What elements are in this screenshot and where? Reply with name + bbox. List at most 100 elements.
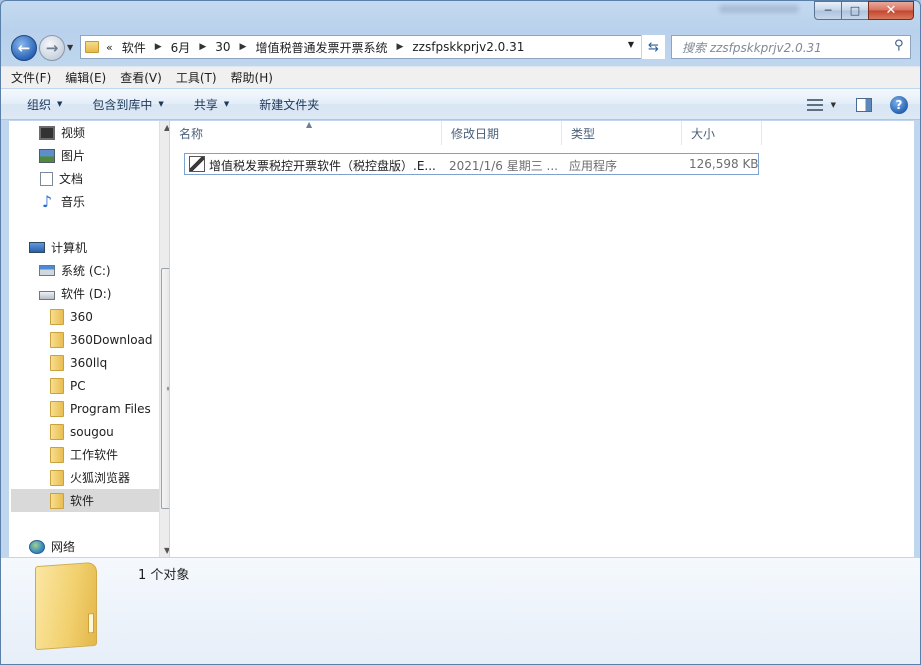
nav-item-drive-d[interactable]: 软件 (D:) <box>39 282 169 305</box>
nav-item-music[interactable]: ♪ 音乐 <box>39 190 169 213</box>
folder-icon <box>50 469 64 486</box>
address-history-dropdown-icon[interactable]: ▼ <box>628 40 634 49</box>
command-bar: 组织 ▼ 包含到库中 ▼ 共享 ▼ 新建文件夹 ▼ ? <box>1 89 920 120</box>
breadcrumb-separator-icon[interactable]: ▶ <box>240 42 247 52</box>
menu-file[interactable]: 文件(F) <box>11 69 51 86</box>
nav-item-folder[interactable]: PC <box>50 374 169 397</box>
folder-icon <box>50 331 64 348</box>
recent-pages-dropdown-icon[interactable]: ▼ <box>67 43 73 52</box>
forward-button[interactable]: → <box>39 35 65 61</box>
column-header-label: 大小 <box>691 126 716 141</box>
nav-item-label: 工作软件 <box>70 448 119 462</box>
computer-icon <box>29 242 45 253</box>
nav-item-label: 计算机 <box>51 241 88 255</box>
picture-library-icon <box>39 148 55 163</box>
nav-item-folder[interactable]: 工作软件 <box>50 443 169 466</box>
column-header-label: 修改日期 <box>451 126 500 141</box>
preview-pane-icon[interactable] <box>856 97 872 112</box>
scroll-down-icon[interactable]: ▼ <box>164 546 169 555</box>
nav-item-documents[interactable]: 文档 <box>40 167 169 190</box>
nav-item-folder[interactable]: 360 <box>50 305 169 328</box>
breadcrumb-item[interactable]: zzsfpskkprjv2.0.31 <box>412 40 524 54</box>
folder-icon <box>85 41 99 53</box>
nav-item-drive-c[interactable]: 系统 (C:) <box>39 259 169 282</box>
menu-view[interactable]: 查看(V) <box>120 69 162 86</box>
chevron-down-icon[interactable]: ▼ <box>831 101 836 109</box>
details-pane: 1 个对象 <box>1 557 920 664</box>
organize-label: 组织 <box>27 97 52 112</box>
search-input[interactable]: 搜索 zzsfpskkprjv2.0.31 <box>671 35 911 59</box>
new-folder-button[interactable]: 新建文件夹 <box>259 96 319 113</box>
nav-item-label: sougou <box>70 424 114 439</box>
drive-icon <box>39 290 55 300</box>
breadcrumb-separator-icon[interactable]: ▶ <box>396 42 403 52</box>
nav-item-folder[interactable]: 火狐浏览器 <box>50 466 169 489</box>
column-header-type[interactable]: 类型 <box>562 121 682 145</box>
nav-item-folder[interactable]: sougou <box>50 420 169 443</box>
nav-item-label: 视频 <box>61 126 86 140</box>
nav-item-label: 火狐浏览器 <box>70 471 131 485</box>
view-options-icon[interactable] <box>806 98 823 111</box>
nav-item-folder-selected[interactable]: 软件 <box>11 489 159 512</box>
scroll-up-icon[interactable]: ▲ <box>164 123 169 132</box>
breadcrumb-item[interactable]: 30 <box>215 40 230 54</box>
column-header-modified[interactable]: 修改日期 <box>442 121 562 145</box>
organize-button[interactable]: 组织 ▼ <box>27 96 62 113</box>
menu-help[interactable]: 帮助(H) <box>231 69 273 86</box>
nav-item-label: 软件 (D:) <box>61 287 112 301</box>
chevron-down-icon: ▼ <box>158 100 164 108</box>
menu-tools[interactable]: 工具(T) <box>176 69 217 86</box>
file-name: 增值税发票税控开票软件（税控盘版）.E... <box>209 159 436 173</box>
refresh-icon[interactable]: ⇆ <box>641 35 665 59</box>
nav-item-folder[interactable]: 360Download <box>50 328 169 351</box>
breadcrumb-separator-icon[interactable]: ▶ <box>199 42 206 52</box>
menu-edit[interactable]: 编辑(E) <box>65 69 106 86</box>
column-header-label: 类型 <box>571 126 596 141</box>
table-row[interactable]: 增值税发票税控开票软件（税控盘版）.E... 2021/1/6 星期三 ... … <box>184 153 759 175</box>
navigation-pane: 视频 图片 文档 ♪ 音乐 计算机 系统 (C:) 软件 (D:) 360 36… <box>9 121 169 557</box>
nav-item-label: Program Files <box>70 401 151 416</box>
column-header-size[interactable]: 大小 <box>682 121 762 145</box>
nav-item-folder[interactable]: Program Files <box>50 397 169 420</box>
navigation-row: ← → ▼ « 软件 ▶ 6月 ▶ 30 ▶ 增值税普通发票开票系统 ▶ zzs… <box>1 31 920 63</box>
share-button[interactable]: 共享 ▼ <box>194 96 229 113</box>
nav-item-label: 360Download <box>70 332 153 347</box>
nav-item-label: 音乐 <box>61 195 86 209</box>
breadcrumb-item[interactable]: 6月 <box>171 39 191 56</box>
nav-item-folder[interactable]: 360llq <box>50 351 169 374</box>
music-note-icon: ♪ <box>41 191 53 211</box>
help-icon[interactable]: ? <box>890 95 908 114</box>
breadcrumb-item[interactable]: 软件 <box>122 39 146 56</box>
folder-icon <box>50 492 64 509</box>
breadcrumb-separator-icon[interactable]: ▶ <box>155 42 162 52</box>
nav-item-pictures[interactable]: 图片 <box>39 144 169 167</box>
folder-icon <box>50 423 64 440</box>
nav-item-network[interactable]: 网络 <box>29 535 169 557</box>
scrollbar-thumb[interactable]: ≡ <box>161 268 169 509</box>
include-in-library-button[interactable]: 包含到库中 ▼ <box>92 96 163 113</box>
nav-item-label: 系统 (C:) <box>61 264 111 278</box>
minimize-button[interactable]: ─ <box>814 1 841 20</box>
navigation-scrollbar[interactable]: ▲ ≡ ▼ <box>159 121 169 557</box>
nav-item-computer[interactable]: 计算机 <box>29 236 169 259</box>
address-bar[interactable]: « 软件 ▶ 6月 ▶ 30 ▶ 增值税普通发票开票系统 ▶ zzsfpskkp… <box>80 35 665 59</box>
nav-item-videos[interactable]: 视频 <box>39 121 169 144</box>
file-modified: 2021/1/6 星期三 ... <box>449 159 558 173</box>
nav-item-label: 360llq <box>70 355 108 370</box>
search-icon[interactable]: ⚲ <box>894 38 916 53</box>
include-in-library-label: 包含到库中 <box>92 97 153 112</box>
chevron-down-icon: ▼ <box>57 100 63 108</box>
back-button[interactable]: ← <box>11 35 37 61</box>
system-drive-icon <box>39 265 55 276</box>
share-label: 共享 <box>193 97 218 112</box>
nav-item-label: 软件 <box>70 494 95 508</box>
folder-icon <box>50 308 64 325</box>
close-button[interactable]: ✕ <box>868 1 914 20</box>
network-icon <box>29 539 45 554</box>
maximize-button[interactable]: □ <box>841 1 868 20</box>
address-overflow-button[interactable]: « <box>106 41 113 54</box>
document-library-icon <box>40 171 53 186</box>
explorer-window: ─ □ ✕ ← → ▼ « 软件 ▶ 6月 ▶ 30 ▶ 增值税普通发票开票系统… <box>0 0 921 665</box>
breadcrumb-item[interactable]: 增值税普通发票开票系统 <box>255 39 387 56</box>
column-header-name[interactable]: 名称 ▲ <box>170 120 442 145</box>
